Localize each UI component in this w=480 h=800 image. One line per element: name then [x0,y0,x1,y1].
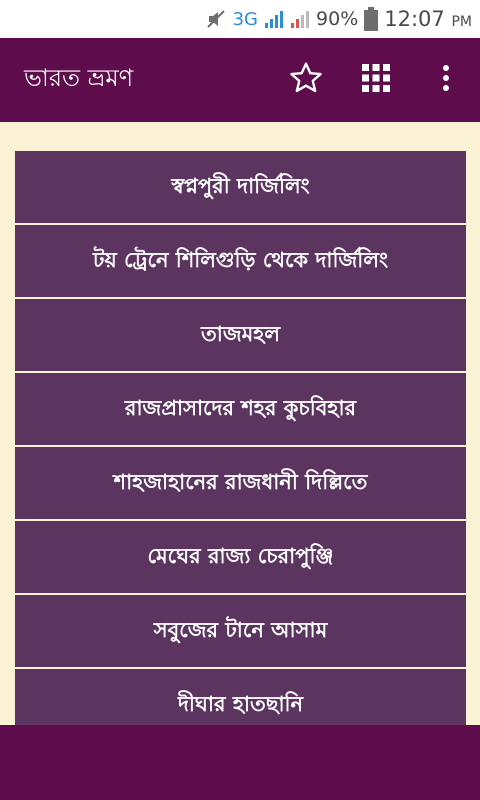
bottom-bar [0,725,480,800]
favorite-button[interactable] [282,56,330,104]
clock: 12:07 PM [384,7,472,31]
more-vert-icon [442,64,450,96]
list-item-label: সবুজের টানে আসাম [153,617,328,642]
list-item-label: রাজপ্রাসাদের শহর কুচবিহার [124,395,357,420]
list-item-label: মেঘের রাজ্য চেরাপুঞ্জি [147,543,334,568]
list-item-label: তাজমহল [201,321,280,346]
list-item-label: দীঘার হাতছানি [177,691,304,716]
app-title: ভারত ভ্রমণ [24,64,134,92]
grid-icon [361,63,391,97]
apps-button[interactable] [352,56,400,104]
list-item[interactable]: দীঘার হাতছানি [15,669,466,725]
battery-percent: 90% [316,8,359,30]
signal-icon [264,9,284,29]
battery-icon [364,7,379,31]
overflow-menu-button[interactable] [422,56,470,104]
list-item[interactable]: স্বপ্নপুরী দার্জিলিং [15,151,466,225]
app-bar: ভারত ভ্রমণ [0,38,480,122]
star-icon [288,60,324,100]
list-item[interactable]: শাহজাহানের রাজধানী দিল্লিতে [15,447,466,521]
status-bar: 3G 90% 12:07 PM [0,0,480,38]
clock-ampm: PM [451,14,472,30]
list-item[interactable]: সবুজের টানে আসাম [15,595,466,669]
list-item-label: টয় ট্রেনে শিলিগুড়ি থেকে দার্জিলিং [92,247,389,272]
signal-secondary-icon [290,9,310,29]
article-list: স্বপ্নপুরী দার্জিলিং টয় ট্রেনে শিলিগুড়… [15,151,466,725]
mute-icon [205,8,227,30]
list-item-label: শাহজাহানের রাজধানী দিল্লিতে [113,469,368,494]
list-item[interactable]: রাজপ্রাসাদের শহর কুচবিহার [15,373,466,447]
list-item[interactable]: তাজমহল [15,299,466,373]
list-item-label: স্বপ্নপুরী দার্জিলিং [171,173,310,198]
list-item[interactable]: টয় ট্রেনে শিলিগুড়ি থেকে দার্জিলিং [15,225,466,299]
clock-time: 12:07 [384,7,445,31]
list-item[interactable]: মেঘের রাজ্য চেরাপুঞ্জি [15,521,466,595]
network-type: 3G [232,8,259,30]
